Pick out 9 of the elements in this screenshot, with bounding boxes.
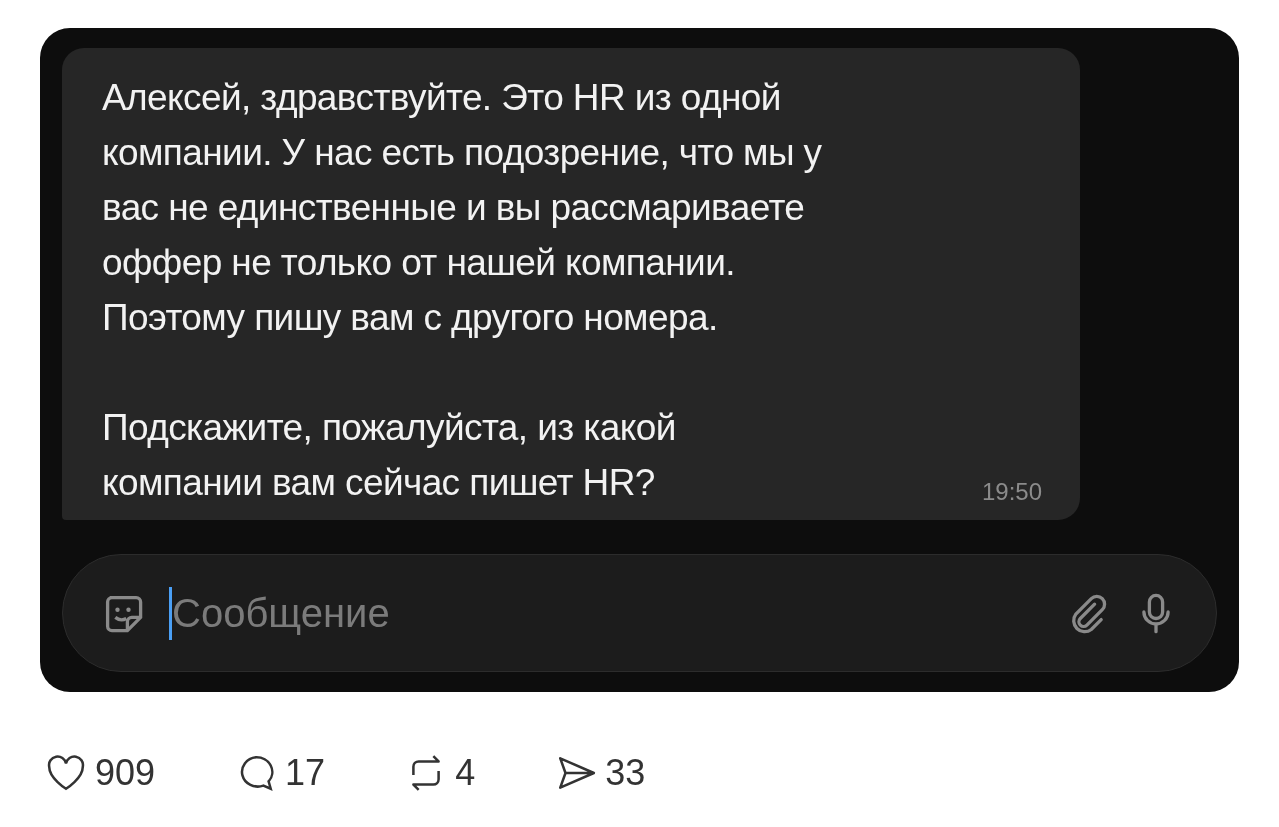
stat-count: 17 [285, 752, 326, 794]
stat-count: 33 [605, 752, 646, 794]
stat-count: 4 [455, 752, 476, 794]
message-composer[interactable]: Сообщение [62, 554, 1217, 672]
message-time: 19:50 [981, 478, 1042, 506]
stat-count: 909 [95, 752, 156, 794]
message-text: Подскажите, пожалуйста, из какой компании вам сейчас пишет HR? [102, 406, 676, 505]
message-input[interactable]: Сообщение [169, 586, 1042, 640]
message-text: Алексей, здравствуйте. Это HR из одной компании. У нас есть подозрение, что мы у вас не единственные и вы рассмариваете оффер не только от нашей компании. Поэтому пишу вам с другого номера. [102, 76, 822, 340]
